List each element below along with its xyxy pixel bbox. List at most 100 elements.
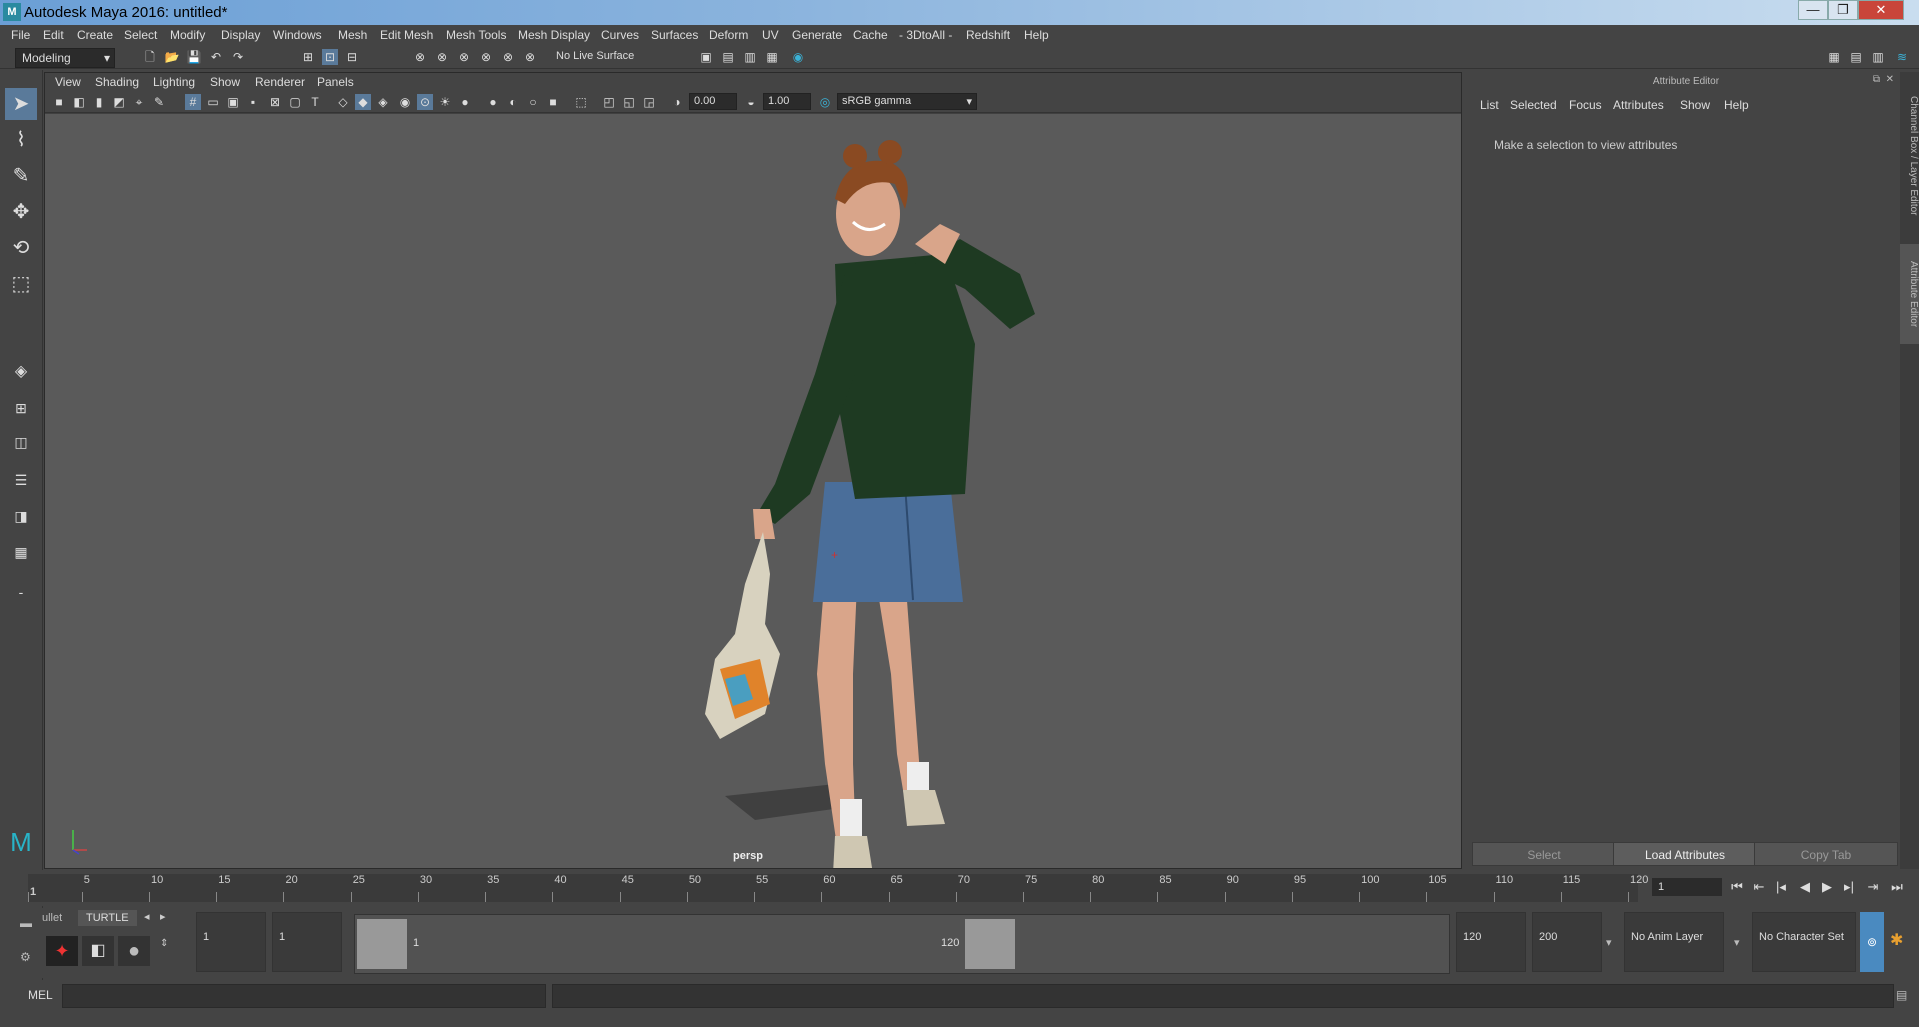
chevron-down-icon[interactable]: ▾ [1606,936,1612,949]
auto-key-icon[interactable]: ⊚ [1860,912,1884,972]
menu-mesh-display[interactable]: Mesh Display [518,28,590,42]
live-surface-label[interactable]: No Live Surface [556,50,634,62]
render-settings-icon[interactable]: ▦ [764,49,780,65]
shelf-prev-icon[interactable]: ◂ [144,910,150,923]
camera-icon[interactable]: ■ [51,94,67,110]
mel-command-input[interactable] [62,984,546,1008]
color-space-dropdown[interactable]: sRGB gamma ▾ [837,93,977,110]
shelf-settings-icon[interactable]: ⚙ [20,950,31,964]
viewport-menu-shading[interactable]: Shading [95,75,139,89]
open-scene-icon[interactable]: 📂 [164,49,180,65]
viewport-menu-show[interactable]: Show [210,75,240,89]
channel-box-toggle-icon[interactable]: ≋ [1894,49,1910,65]
script-editor-icon[interactable]: ▤ [1896,988,1907,1002]
viewport-menu-lighting[interactable]: Lighting [153,75,195,89]
color-management-icon[interactable]: ◎ [817,94,833,110]
viewport-scene[interactable]: + persp [45,114,1461,868]
menu-mesh[interactable]: Mesh [338,28,367,42]
xray-icon[interactable]: ■ [545,94,561,110]
menu-redshift[interactable]: Redshift [966,28,1010,42]
select-object-icon[interactable]: ⊡ [322,49,338,65]
resolution-gate-icon[interactable]: ▣ [225,94,241,110]
current-frame-field[interactable] [1652,878,1722,896]
character-set-field[interactable]: No Character Set [1752,912,1856,972]
select-button[interactable]: Select [1472,842,1616,866]
anim-layer-field[interactable]: No Anim Layer [1624,912,1724,972]
isolate-select-icon[interactable]: ⬚ [573,94,589,110]
outliner-layout-icon[interactable]: ☰ [5,464,37,496]
step-forward-key-icon[interactable]: ⇥ [1864,878,1882,896]
grid-icon[interactable]: # [185,94,201,110]
load-attributes-button[interactable]: Load Attributes [1613,842,1757,866]
tab-attribute-editor[interactable]: Attribute Editor [1900,244,1919,344]
copy-tab-button[interactable]: Copy Tab [1754,842,1898,866]
menu-select[interactable]: Select [124,28,157,42]
close-button[interactable]: ✕ [1858,0,1904,20]
menu-uv[interactable]: UV [762,28,779,42]
snap-view-plane-icon[interactable]: ⊗ [500,49,516,65]
save-scene-icon[interactable]: 💾 [186,49,202,65]
snap-grid-icon[interactable]: ⊗ [412,49,428,65]
menu-curves[interactable]: Curves [601,28,639,42]
go-to-start-icon[interactable]: ⏮ [1728,878,1746,896]
paint-select-tool-icon[interactable]: ✎ [5,160,37,192]
snap-live-icon[interactable]: ⊗ [522,49,538,65]
gamma-icon[interactable]: ◒ [743,94,759,110]
smooth-shade-icon[interactable]: ◆ [355,94,371,110]
xray-active-icon[interactable]: ◰ [601,94,617,110]
menu-file[interactable]: File [11,28,30,42]
step-back-frame-icon[interactable]: |◂ [1772,878,1790,896]
range-end-handle[interactable] [965,919,1015,969]
menu-create[interactable]: Create [77,28,113,42]
menu-cache[interactable]: Cache [853,28,888,42]
wireframe-on-shaded-icon[interactable]: ◈ [375,94,391,110]
menu-mesh-tools[interactable]: Mesh Tools [446,28,506,42]
end-time-field[interactable]: 200 [1532,912,1602,972]
redo-icon[interactable]: ↷ [230,49,246,65]
shelf-next-icon[interactable]: ▸ [160,910,166,923]
maximize-button[interactable]: ❐ [1828,0,1858,20]
safe-action-icon[interactable]: ▢ [287,94,303,110]
minimize-button[interactable]: — [1798,0,1828,20]
attr-menu-focus[interactable]: Focus [1569,98,1602,112]
hypershade-icon[interactable]: ◉ [790,49,806,65]
menu-deform[interactable]: Deform [709,28,748,42]
wireframe-icon[interactable]: ◇ [335,94,351,110]
single-perspective-layout-icon[interactable]: ◈ [5,356,37,388]
menu-help[interactable]: Help [1024,28,1049,42]
menu-edit[interactable]: Edit [43,28,64,42]
attr-menu-attributes[interactable]: Attributes [1613,98,1664,112]
bookmark-icon[interactable]: ▮ [91,94,107,110]
range-bar[interactable]: 1 120 [354,914,1450,974]
mel-label[interactable]: MEL [28,988,53,1002]
xray-joints-icon[interactable]: ◱ [621,94,637,110]
lasso-tool-icon[interactable]: ⌇ [5,124,37,156]
exposure-icon[interactable]: ◑ [669,94,685,110]
custom-layout-icon[interactable]: - [5,576,37,608]
scale-tool-icon[interactable]: ⬚ [5,268,37,300]
attribute-editor-toggle-icon[interactable]: ▤ [1848,49,1864,65]
float-panel-icon[interactable]: ⧉ [1873,74,1880,85]
viewport-menu-view[interactable]: View [55,75,81,89]
sphere-shelf-icon[interactable]: ● [118,936,150,966]
undo-icon[interactable]: ↶ [208,49,224,65]
start-time-field[interactable]: 1 [196,912,266,972]
gamma-field[interactable]: 1.00 [763,93,811,110]
attr-menu-selected[interactable]: Selected [1510,98,1557,112]
step-back-key-icon[interactable]: ⇤ [1750,878,1768,896]
step-forward-frame-icon[interactable]: ▸| [1840,878,1858,896]
attr-menu-list[interactable]: List [1480,98,1499,112]
screen-space-ao-icon[interactable]: ● [457,94,473,110]
snap-point-icon[interactable]: ⊗ [456,49,472,65]
select-tool-icon[interactable]: ➤ [5,88,37,120]
hypershade-layout-icon[interactable]: ▦ [5,536,37,568]
modeling-toolkit-icon[interactable]: ▦ [1826,49,1842,65]
snap-curve-icon[interactable]: ⊗ [434,49,450,65]
tool-settings-icon[interactable]: ▥ [1870,49,1886,65]
menu-edit-mesh[interactable]: Edit Mesh [380,28,433,42]
playback-end-field[interactable]: 120 [1456,912,1526,972]
render-view-icon[interactable]: ▣ [698,49,714,65]
close-panel-icon[interactable]: ✕ [1886,74,1894,85]
playback-start-field[interactable]: 1 [272,912,342,972]
select-component-icon[interactable]: ⊟ [344,49,360,65]
